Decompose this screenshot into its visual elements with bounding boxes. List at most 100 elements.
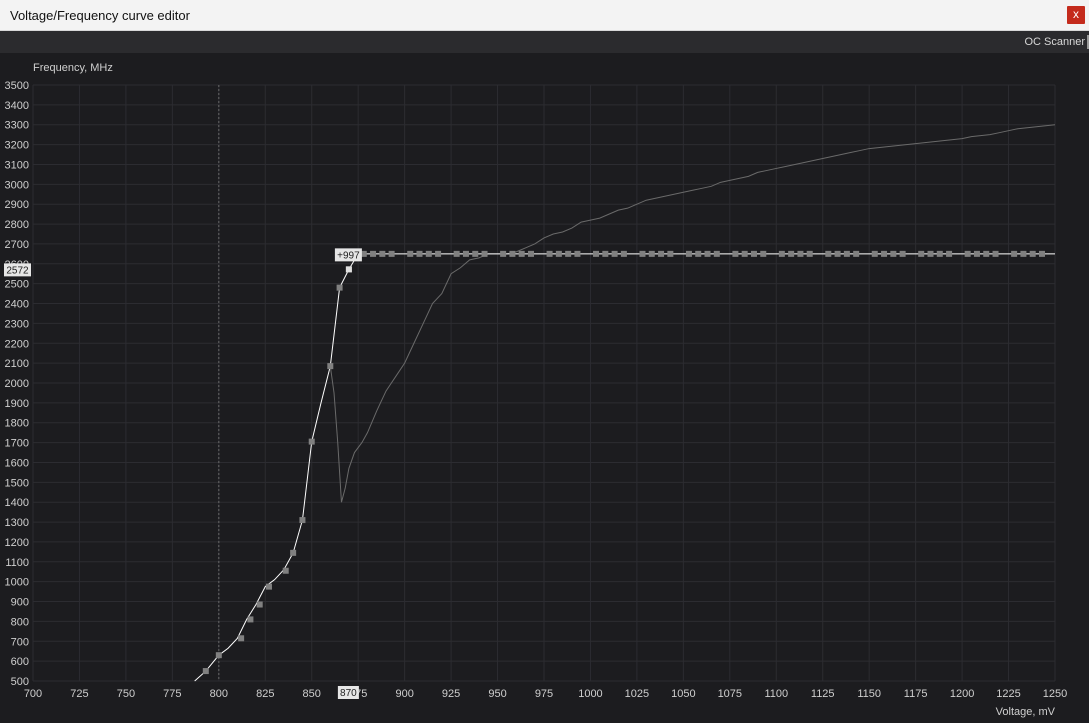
curve-point[interactable]: [435, 250, 442, 257]
curve-point[interactable]: [806, 250, 813, 257]
curve-point[interactable]: [750, 250, 757, 257]
curve-point[interactable]: [593, 250, 600, 257]
curve-point[interactable]: [416, 250, 423, 257]
curve-point[interactable]: [518, 250, 525, 257]
curve-point[interactable]: [685, 250, 692, 257]
curve-point[interactable]: [500, 250, 507, 257]
curve-point[interactable]: [658, 250, 665, 257]
y-tick-label: 2400: [5, 299, 29, 311]
curve-point[interactable]: [238, 635, 245, 642]
curve-point[interactable]: [946, 250, 953, 257]
curve-point[interactable]: [899, 250, 906, 257]
curve-point[interactable]: [282, 567, 289, 574]
curve-point[interactable]: [565, 250, 572, 257]
curve-point[interactable]: [825, 250, 832, 257]
x-tick-label: 1150: [857, 688, 881, 700]
curve-point[interactable]: [202, 668, 209, 675]
x-tick-label: 1250: [1043, 688, 1067, 700]
curve-point[interactable]: [527, 250, 534, 257]
x-tick-label: 825: [256, 688, 274, 700]
x-tick-label: 1025: [625, 688, 649, 700]
curve-point[interactable]: [927, 250, 934, 257]
y-tick-label: 1500: [5, 477, 29, 489]
x-tick-label: 1225: [996, 688, 1020, 700]
curve-point[interactable]: [379, 250, 386, 257]
curve-point[interactable]: [713, 250, 720, 257]
curve-point[interactable]: [388, 250, 395, 257]
y-tick-label: 1100: [5, 557, 29, 569]
curve-point[interactable]: [462, 250, 469, 257]
curve-point[interactable]: [425, 250, 432, 257]
selected-curve-point[interactable]: [345, 266, 352, 273]
y-tick-label: 3300: [5, 120, 29, 132]
curve-point[interactable]: [834, 250, 841, 257]
curve-point[interactable]: [574, 250, 581, 257]
curve-point[interactable]: [1029, 250, 1036, 257]
curve-point[interactable]: [1038, 250, 1045, 257]
curve-point[interactable]: [481, 250, 488, 257]
curve-point[interactable]: [1011, 250, 1018, 257]
y-tick-label: 3400: [5, 100, 29, 112]
curve-point[interactable]: [336, 284, 343, 291]
y-tick-label: 1800: [5, 418, 29, 430]
curve-point[interactable]: [843, 250, 850, 257]
curve-point[interactable]: [890, 250, 897, 257]
x-tick-label: 975: [535, 688, 553, 700]
curve-point[interactable]: [1020, 250, 1027, 257]
curve-point[interactable]: [881, 250, 888, 257]
curve-point[interactable]: [370, 250, 377, 257]
curve-point[interactable]: [973, 250, 980, 257]
curve-point[interactable]: [741, 250, 748, 257]
x-tick-label: 1175: [904, 688, 928, 700]
curve-point[interactable]: [602, 250, 609, 257]
frequency-tag: 2572: [4, 263, 31, 277]
curve-point[interactable]: [327, 363, 334, 370]
y-tick-label: 900: [11, 597, 29, 609]
y-tick-label: 1200: [5, 537, 29, 549]
curve-point[interactable]: [936, 250, 943, 257]
curve-point[interactable]: [555, 250, 562, 257]
y-tick-label: 2800: [5, 219, 29, 231]
curve-point[interactable]: [290, 549, 297, 556]
y-tick-label: 2500: [5, 279, 29, 291]
x-tick-label: 950: [488, 688, 506, 700]
curve-point[interactable]: [778, 250, 785, 257]
x-tick-label: 725: [70, 688, 88, 700]
curve-point[interactable]: [964, 250, 971, 257]
curve-point[interactable]: [620, 250, 627, 257]
curve-point[interactable]: [308, 438, 315, 445]
x-tick-label: 775: [163, 688, 181, 700]
curve-point[interactable]: [299, 517, 306, 524]
vf-curve-chart[interactable]: 500 600 700 800 900 1000 1100 1200 1300 1400 1500 1…: [0, 0, 1089, 723]
curve-point[interactable]: [871, 250, 878, 257]
vf-curve[interactable]: [194, 253, 1055, 682]
curve-point[interactable]: [256, 601, 263, 608]
curve-point[interactable]: [247, 616, 254, 623]
curve-point[interactable]: [992, 250, 999, 257]
curve-point[interactable]: [704, 250, 711, 257]
curve-point[interactable]: [918, 250, 925, 257]
curve-point[interactable]: [509, 250, 516, 257]
curve-point[interactable]: [407, 250, 414, 257]
offset-tag: +997: [334, 248, 362, 262]
curve-point[interactable]: [695, 250, 702, 257]
curve-point[interactable]: [760, 250, 767, 257]
y-tick-label: 700: [11, 636, 29, 648]
curve-point[interactable]: [667, 250, 674, 257]
curve-point[interactable]: [788, 250, 795, 257]
curve-point[interactable]: [639, 250, 646, 257]
y-tick-label: 1900: [5, 398, 29, 410]
curve-point[interactable]: [732, 250, 739, 257]
x-tick-label: 700: [24, 688, 42, 700]
curve-point[interactable]: [648, 250, 655, 257]
curve-point[interactable]: [983, 250, 990, 257]
curve-point[interactable]: [546, 250, 553, 257]
curve-point[interactable]: [215, 652, 222, 659]
curve-point[interactable]: [853, 250, 860, 257]
curve-point[interactable]: [797, 250, 804, 257]
curve-point[interactable]: [265, 583, 272, 590]
curve-point[interactable]: [453, 250, 460, 257]
y-tick-label: 3000: [5, 179, 29, 191]
curve-point[interactable]: [611, 250, 618, 257]
curve-point[interactable]: [472, 250, 479, 257]
